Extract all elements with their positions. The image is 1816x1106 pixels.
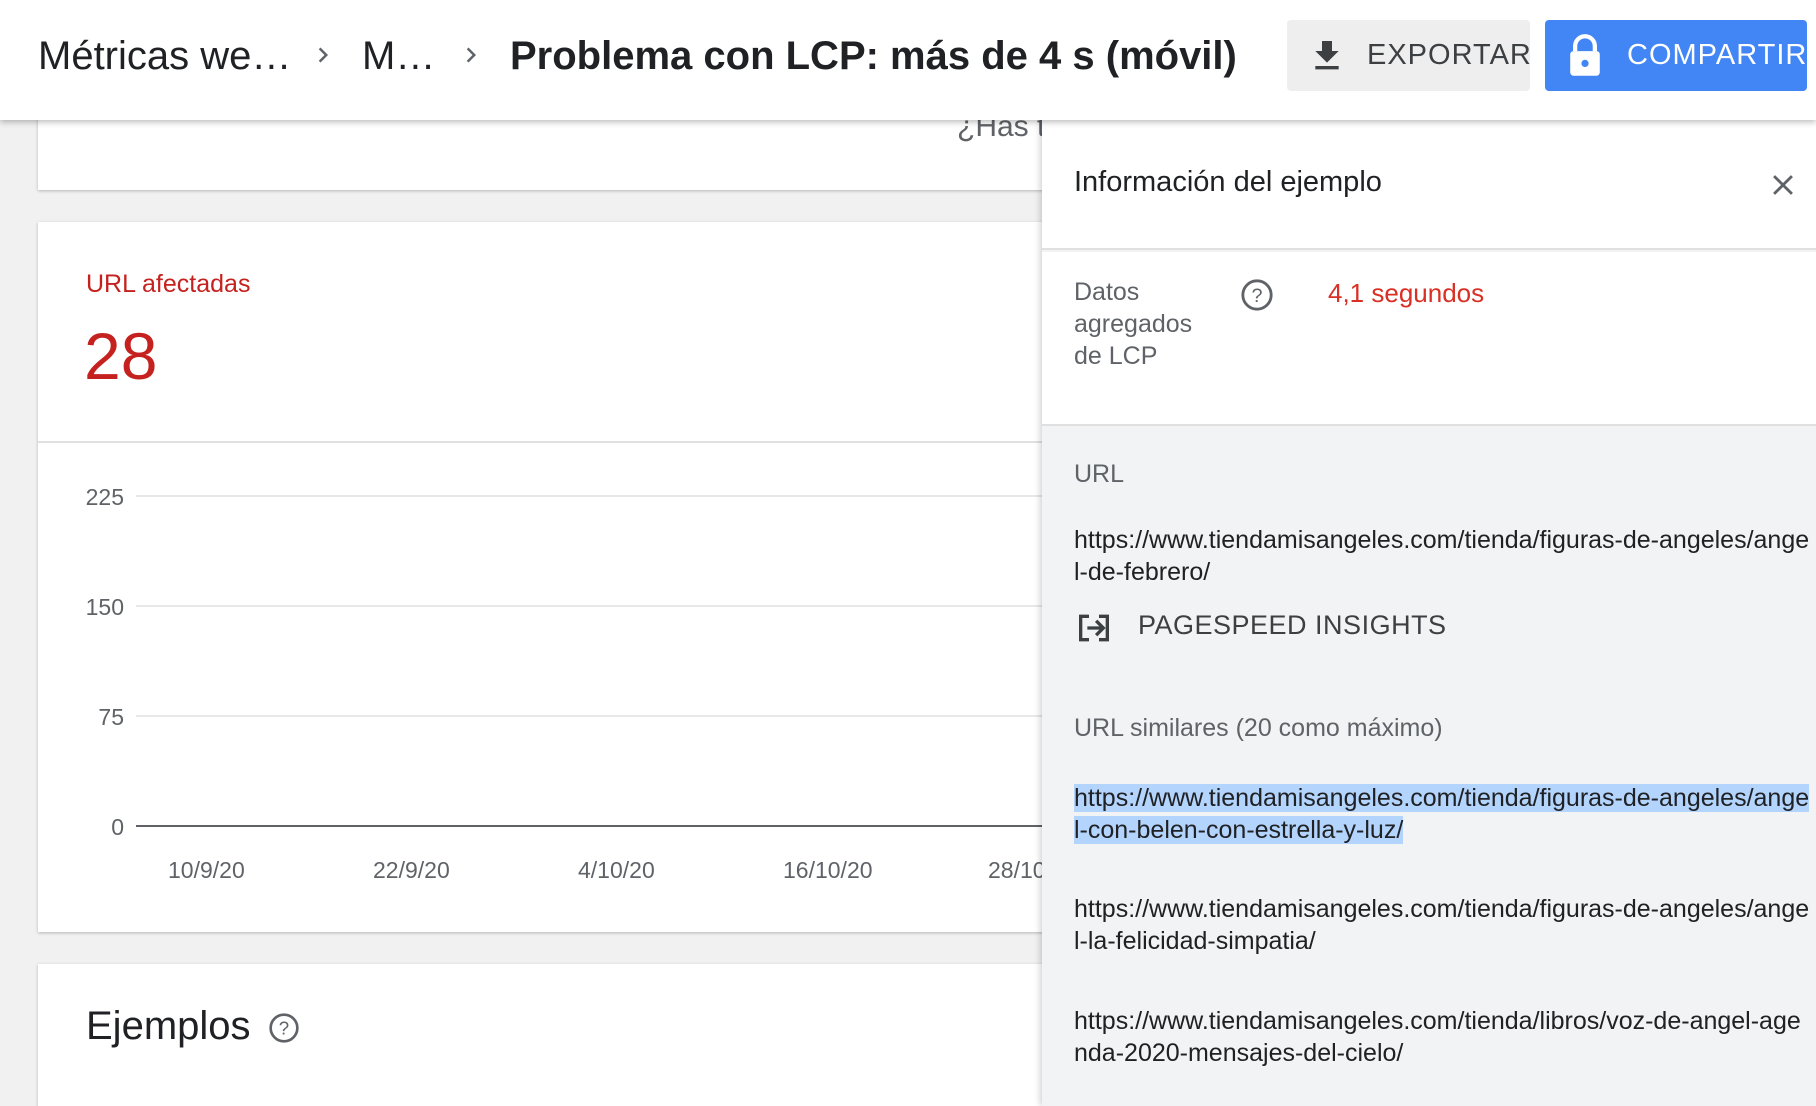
breadcrumb-item-mobile[interactable]: M… — [362, 30, 435, 82]
x-tick-label: 10/9/20 — [168, 857, 245, 883]
chevron-right-icon — [466, 47, 476, 63]
download-icon — [1315, 41, 1339, 70]
x-tick-label: 22/9/20 — [373, 857, 450, 883]
lcp-aggregate-value: 4,1 segundos — [1328, 278, 1485, 308]
examples-card: Ejemplos ? — [38, 964, 1098, 1106]
lcp-aggregate-label: Datos agregados de LCP — [1074, 278, 1193, 370]
breadcrumb-item-core-web-vitals[interactable]: Métricas we… — [38, 30, 291, 82]
affected-urls-card: URL afectadas 28 0 75 150 225 10/9/20 22/9/20… — [38, 222, 1098, 932]
open-in-icon[interactable] — [1074, 608, 1114, 648]
examples-title: Ejemplos — [86, 1004, 251, 1048]
similar-url-item[interactable]: https://www.tiendamisangeles.com/tienda/… — [1074, 782, 1814, 846]
y-tick-label: 225 — [86, 484, 124, 510]
lock-icon — [1570, 34, 1600, 76]
close-icon[interactable] — [1766, 168, 1800, 202]
top-app-bar: Métricas we… M… Problema con LCP: más de… — [0, 0, 1816, 120]
export-button-label: EXPORTAR — [1367, 39, 1532, 71]
url-section-label: URL — [1074, 460, 1125, 488]
example-details-panel: Información del ejemplo Datos agregados … — [1042, 120, 1816, 1106]
svg-text:?: ? — [1251, 285, 1262, 307]
pagespeed-insights-link[interactable]: PAGESPEED INSIGHTS — [1138, 610, 1447, 641]
help-circle-icon[interactable]: ? — [1240, 278, 1274, 312]
y-tick-label: 0 — [111, 814, 124, 840]
similar-url-item[interactable]: https://www.tiendamisangeles.com/tienda/… — [1074, 1005, 1814, 1069]
similar-url-item[interactable]: https://www.tiendamisangeles.com/tienda/… — [1074, 893, 1814, 957]
x-tick-label: 4/10/20 — [578, 857, 655, 883]
help-circle-icon[interactable]: ? — [268, 1012, 300, 1044]
svg-text:?: ? — [279, 1018, 289, 1039]
similar-urls-label: URL similares (20 como máximo) — [1074, 714, 1443, 742]
share-button-label: COMPARTIR — [1627, 39, 1808, 71]
panel-title: Información del ejemplo — [1074, 166, 1382, 198]
page-title: Problema con LCP: más de 4 s (móvil) — [510, 34, 1237, 78]
share-button[interactable]: COMPARTIR — [1545, 20, 1807, 91]
example-url: https://www.tiendamisangeles.com/tienda/… — [1074, 526, 1810, 586]
chevron-right-icon — [318, 47, 328, 63]
affected-urls-chart: 07515022510/9/20 22/9/20 4/10/20 16/10/20 28… — [86, 484, 1098, 883]
similar-url-text: https://www.tiendamisangeles.com/tienda/… — [1074, 784, 1810, 844]
x-tick-label: 16/10/20 — [783, 857, 873, 883]
y-tick-label: 150 — [86, 594, 124, 620]
y-tick-label: 75 — [98, 704, 124, 730]
export-button[interactable]: EXPORTAR — [1287, 20, 1532, 91]
panel-header: Información del ejemplo — [1042, 120, 1816, 250]
